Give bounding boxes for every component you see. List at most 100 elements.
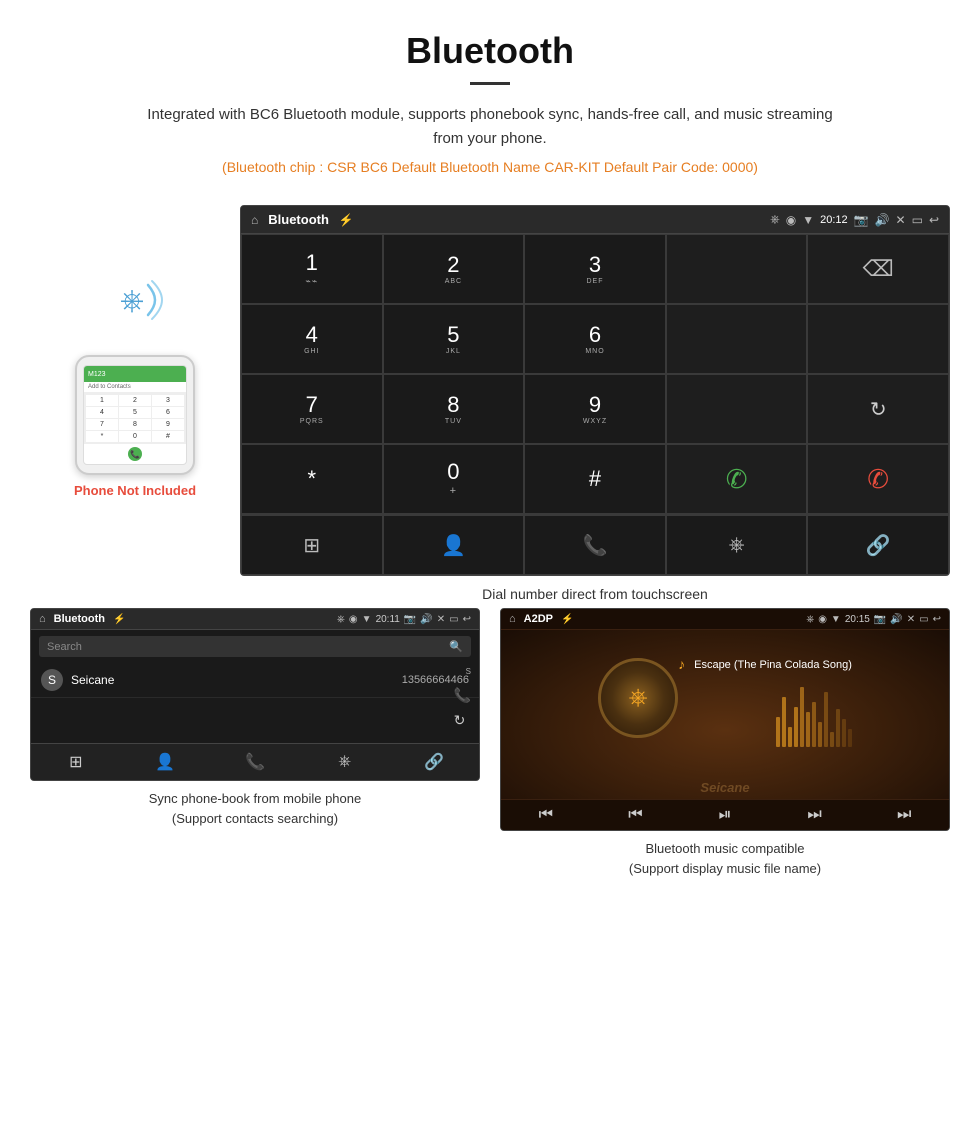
backspace-cell[interactable]: ⌫ <box>807 234 949 304</box>
pb-right-call-icon[interactable]: 📞 <box>454 687 471 704</box>
phone-key-4[interactable]: 4 <box>86 407 118 418</box>
key-4[interactable]: 4 GHI <box>241 304 383 374</box>
phonebook-caption-line2: (Support contacts searching) <box>172 811 338 826</box>
key-7[interactable]: 7 PQRS <box>241 374 383 444</box>
music-controls-bar: ⏮ ⏮ ⏯ ⏭ ⏭ <box>501 799 949 830</box>
key-2[interactable]: 2 ABC <box>383 234 525 304</box>
dialer-screen-container: ⌂ Bluetooth ⚡ ⎈ ◉ ▼ 20:12 📷 🔊 ✕ ▭ ↩ <box>240 205 950 608</box>
music-prev-prev-btn[interactable]: ⏮ <box>501 806 591 824</box>
phone-key-6[interactable]: 6 <box>152 407 184 418</box>
header-left: ⌂ Bluetooth ⚡ <box>251 212 354 227</box>
contact-name: Seicane <box>71 673 402 687</box>
phone-key-1[interactable]: 1 <box>86 395 118 406</box>
music-caption: Bluetooth music compatible (Support disp… <box>500 839 950 878</box>
pb-btn-bt[interactable]: ⎈ <box>300 744 390 780</box>
song-title: Escape (The Pina Colada Song) <box>694 659 852 671</box>
music-prev-btn[interactable]: ⏮ <box>591 806 681 824</box>
pb-vol-icon: 🔊 <box>420 614 432 625</box>
close-icon[interactable]: ✕ <box>896 213 906 227</box>
phone-dialer-grid: 1 2 3 4 5 6 7 8 9 * 0 # <box>84 393 186 444</box>
phone-key-hash[interactable]: # <box>152 431 184 442</box>
music-home-icon[interactable]: ⌂ <box>509 613 516 625</box>
pb-win-icon[interactable]: ▭ <box>449 614 458 625</box>
pb-btn-call[interactable]: 📞 <box>210 744 300 780</box>
music-caption-line1: Bluetooth music compatible <box>646 841 805 856</box>
phone-key-7[interactable]: 7 <box>86 419 118 430</box>
phone-top-text: M123 <box>88 371 106 378</box>
search-icon[interactable]: 🔍 <box>449 640 463 653</box>
phone-key-2[interactable]: 2 <box>119 395 151 406</box>
display-area-2 <box>666 304 808 374</box>
pb-close-icon[interactable]: ✕ <box>437 614 445 625</box>
phone-key-5[interactable]: 5 <box>119 407 151 418</box>
key-9[interactable]: 9 WXYZ <box>524 374 666 444</box>
dialer-bottom-call-icon[interactable]: 📞 <box>524 515 666 575</box>
end-call-cell[interactable]: ✆ <box>807 444 949 514</box>
key-1[interactable]: 1 ⌁⌁ <box>241 234 383 304</box>
phonebook-search-bar[interactable]: Search 🔍 <box>39 636 471 657</box>
pb-btn-link[interactable]: 🔗 <box>389 744 479 780</box>
key-8[interactable]: 8 TUV <box>383 374 525 444</box>
phone-key-9[interactable]: 9 <box>152 419 184 430</box>
music-play-pause-btn[interactable]: ⏯ <box>680 806 770 824</box>
key-star[interactable]: * <box>241 444 383 514</box>
pb-usb-icon: ⚡ <box>113 614 125 625</box>
music-next-btn[interactable]: ⏭ <box>770 806 860 824</box>
music-screen: ⌂ A2DP ⚡ ⎈ ◉ ▼ 20:15 📷 🔊 ✕ ▭ ↩ <box>500 608 950 831</box>
dialer-bottom-link-icon[interactable]: 🔗 <box>807 515 949 575</box>
eq-bar-8 <box>818 722 822 747</box>
phone-screen: M123 Add to Contacts 1 2 3 4 5 6 7 8 9 *… <box>83 365 187 465</box>
phone-bottom-bar: 📞 <box>84 444 186 464</box>
pb-btn-contact[interactable]: 👤 <box>121 744 211 780</box>
phonebook-bottom-bar: ⊞ 👤 📞 ⎈ 🔗 <box>31 743 479 780</box>
phone-key-8[interactable]: 8 <box>119 419 151 430</box>
music-panel: ⌂ A2DP ⚡ ⎈ ◉ ▼ 20:15 📷 🔊 ✕ ▭ ↩ <box>500 608 950 878</box>
key-hash[interactable]: # <box>524 444 666 514</box>
back-icon[interactable]: ↩ <box>929 213 939 227</box>
pb-time: 20:11 <box>376 614 400 625</box>
key-5[interactable]: 5 JKL <box>383 304 525 374</box>
music-loc-icon: ◉ <box>818 614 827 625</box>
pb-back-icon[interactable]: ↩ <box>463 614 471 625</box>
home-icon[interactable]: ⌂ <box>251 213 258 227</box>
phone-key-star[interactable]: * <box>86 431 118 442</box>
dialer-bottom-contact-icon[interactable]: 👤 <box>383 515 525 575</box>
window-icon[interactable]: ▭ <box>912 213 923 227</box>
title-divider <box>470 82 510 85</box>
pb-home-icon[interactable]: ⌂ <box>39 613 46 625</box>
eq-bar-5 <box>800 687 804 747</box>
phonebook-contact-list: S Seicane 13566664466 S 📞 ↻ <box>31 663 479 743</box>
key-6[interactable]: 6 MNO <box>524 304 666 374</box>
refresh-cell[interactable]: ↻ <box>807 374 949 444</box>
music-next-next-btn[interactable]: ⏭ <box>859 806 949 824</box>
display-area <box>666 234 808 304</box>
phone-key-0[interactable]: 0 <box>119 431 151 442</box>
camera-icon: 📷 <box>854 213 869 227</box>
key-0[interactable]: 0 + <box>383 444 525 514</box>
music-back-icon[interactable]: ↩ <box>933 614 941 625</box>
phone-call-button[interactable]: 📞 <box>128 447 142 461</box>
eq-bar-4 <box>794 707 798 747</box>
dialer-bottom-grid-icon[interactable]: ⊞ <box>241 515 383 575</box>
phone-key-3[interactable]: 3 <box>152 395 184 406</box>
page-title: Bluetooth <box>60 30 920 72</box>
music-win-icon[interactable]: ▭ <box>919 614 928 625</box>
dialer-bottom-bt-icon[interactable]: ⎈ <box>666 515 808 575</box>
dialer-body: 1 ⌁⌁ 2 ABC 3 DEF ⌫ 4 GHI <box>241 234 949 514</box>
dialer-caption: Dial number direct from touchscreen <box>240 576 950 608</box>
pb-signal-icon: ▼ <box>362 614 372 625</box>
header-time: 20:12 <box>820 214 848 226</box>
key-3[interactable]: 3 DEF <box>524 234 666 304</box>
pb-btn-grid[interactable]: ⊞ <box>31 744 121 780</box>
contact-row[interactable]: S Seicane 13566664466 <box>31 663 479 698</box>
sidebar-letter-s[interactable]: S <box>466 667 471 676</box>
pb-bt-icon: ⎈ <box>337 614 345 625</box>
seicane-watermark: Seicane <box>501 776 949 799</box>
call-cell[interactable]: ✆ <box>666 444 808 514</box>
page-header: Bluetooth Integrated with BC6 Bluetooth … <box>0 0 980 205</box>
volume-icon: 🔊 <box>875 213 890 227</box>
eq-bar-13 <box>848 729 852 747</box>
pb-right-refresh-icon[interactable]: ↻ <box>454 712 471 729</box>
music-close-icon[interactable]: ✕ <box>907 614 915 625</box>
pb-status-icons: ⎈ ◉ ▼ 20:11 📷 🔊 ✕ ▭ ↩ <box>337 614 471 625</box>
